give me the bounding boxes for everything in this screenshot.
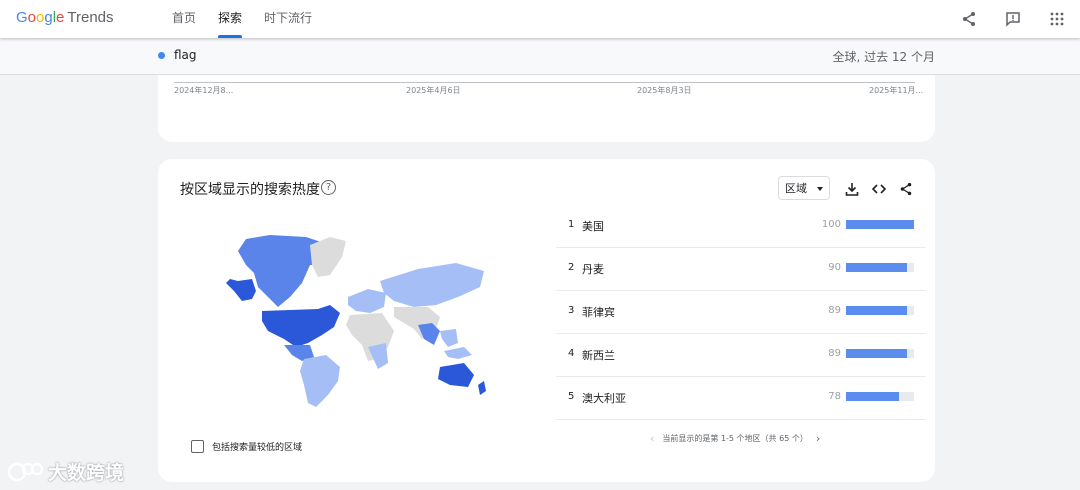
timeline-tick: 2024年12月8... [174,86,234,95]
top-bar: Google Trends 首页 探索 时下流行 [0,0,1080,38]
low-volume-checkbox[interactable] [191,440,204,453]
list-item[interactable]: 5 澳大利亚 78 [556,377,926,420]
card-actions [843,180,914,197]
nav-home[interactable]: 首页 [172,0,196,38]
logo-letter: g [44,9,53,26]
pagination: ‹ 当前显示的是第 1-5 个地区（共 65 个） › [650,432,820,445]
top-actions [958,8,1068,30]
main-nav: 首页 探索 时下流行 [172,0,334,38]
download-icon[interactable] [843,180,860,197]
scope-label: 全球, 过去 12 个月 [832,50,935,64]
logo-letter: G [16,9,28,26]
value-bar-fill [846,263,908,272]
timeline-tick: 2025年11月... [869,86,924,95]
nav-trending[interactable]: 时下流行 [264,0,312,38]
logo-letter: o [27,9,37,26]
rank-number: 4 [568,348,575,359]
timeline-tick: 2025年4月6日 [406,86,461,95]
value-bar [846,392,914,401]
list-item[interactable]: 2 丹麦 90 [556,248,926,291]
value-bar-fill [846,306,907,315]
rank-value: 100 [821,219,841,230]
list-item[interactable]: 4 新西兰 89 [556,334,926,377]
card-title: 按区域显示的搜索热度 [180,182,320,198]
share-icon[interactable] [958,8,980,30]
help-icon[interactable]: ? [321,180,336,195]
rank-value: 89 [828,305,841,316]
rank-number: 5 [568,391,575,402]
resolution-select[interactable]: 区域 [778,176,830,200]
prev-page-button[interactable]: ‹ [650,432,654,445]
pagination-label: 当前显示的是第 1-5 个地区（共 65 个） [662,434,808,443]
value-bar [846,220,914,229]
value-bar-fill [846,220,914,229]
value-bar [846,263,914,272]
value-bar [846,306,914,315]
low-volume-toggle[interactable]: 包括搜索量较低的区域 [191,440,302,453]
value-bar-fill [846,349,907,358]
comparison-bar: flag 全球, 过去 12 个月 [0,38,1080,75]
list-item[interactable]: 3 菲律宾 89 [556,291,926,334]
next-page-button[interactable]: › [816,432,820,445]
region-ranking-list: 1 美国 100 2 丹麦 90 3 菲律宾 89 4 新西兰 89 5 澳大利… [556,205,926,420]
search-term[interactable]: flag [174,48,197,62]
region-name: 丹麦 [582,263,604,276]
embed-icon[interactable] [870,180,887,197]
caret-down-icon [817,187,823,191]
region-name: 澳大利亚 [582,392,626,405]
rank-number: 2 [568,262,575,273]
region-name: 菲律宾 [582,306,615,319]
rank-number: 3 [568,305,575,316]
watermark-logo-icon [8,462,44,481]
feedback-icon[interactable] [1002,8,1024,30]
value-bar [846,349,914,358]
apps-icon[interactable] [1046,8,1068,30]
rank-value: 90 [828,262,841,273]
rank-value: 78 [828,391,841,402]
timeline-tick: 2025年8月3日 [637,86,692,95]
nav-explore[interactable]: 探索 [218,0,243,38]
term-color-dot [158,52,165,59]
resolution-select-label: 区域 [785,182,807,195]
share-icon[interactable] [897,180,914,197]
list-item[interactable]: 1 美国 100 [556,205,926,248]
timeline-axis [174,82,915,83]
watermark-text: 大数跨境 [48,462,125,484]
logo-letter: e [56,9,65,26]
low-volume-label: 包括搜索量较低的区域 [212,443,303,453]
region-name: 新西兰 [582,349,615,362]
world-map[interactable] [218,235,490,407]
region-name: 美国 [582,220,604,233]
logo-trends-text: Trends [67,9,114,26]
rank-value: 89 [828,348,841,359]
interest-by-region-card: 按区域显示的搜索热度 ? 区域 1 美国 100 2 丹麦 90 3 菲律宾 8… [158,159,935,482]
rank-number: 1 [568,219,575,230]
watermark: 大数跨境 [8,458,124,485]
google-trends-logo[interactable]: Google Trends [16,9,114,26]
value-bar-fill [846,392,900,401]
